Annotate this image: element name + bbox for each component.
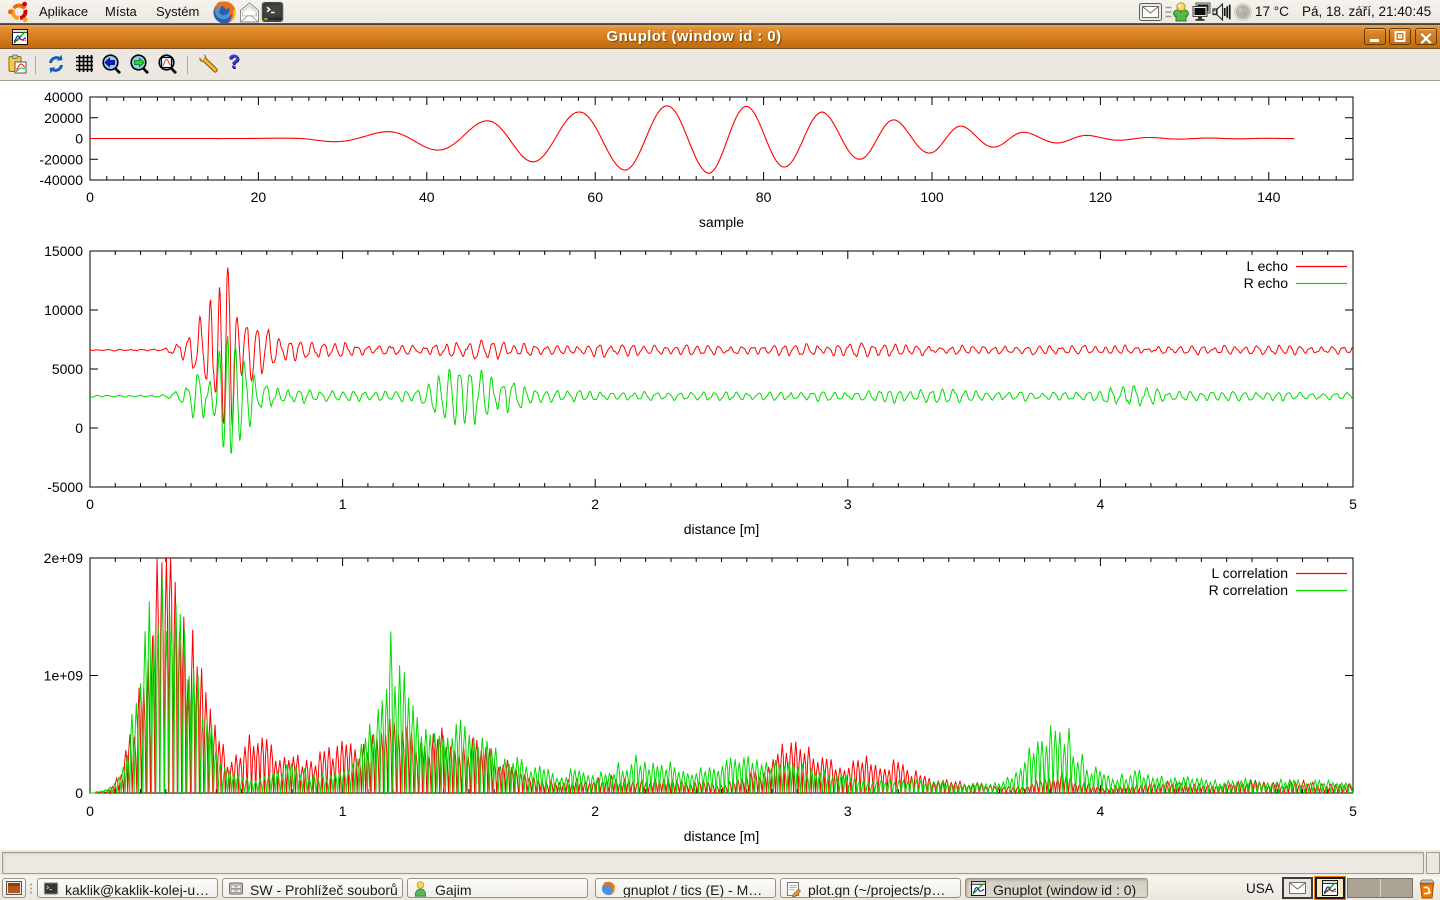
svg-text:5000: 5000	[52, 361, 83, 377]
svg-text:2: 2	[591, 496, 599, 512]
svg-text:1e+09: 1e+09	[44, 668, 84, 684]
svg-text:0: 0	[86, 496, 94, 512]
svg-text:4: 4	[1097, 803, 1105, 819]
svg-text:-5000: -5000	[47, 479, 83, 495]
svg-text:40000: 40000	[44, 89, 83, 105]
svg-text:0: 0	[86, 189, 94, 205]
svg-text:1: 1	[339, 803, 347, 819]
svg-text:-40000: -40000	[39, 172, 83, 188]
svg-text:sample: sample	[699, 214, 744, 230]
svg-text:5: 5	[1349, 496, 1357, 512]
svg-text:140: 140	[1257, 189, 1281, 205]
svg-text:100: 100	[920, 189, 944, 205]
svg-text:80: 80	[756, 189, 772, 205]
svg-text:20: 20	[251, 189, 267, 205]
svg-text:40: 40	[419, 189, 435, 205]
svg-text:2e+09: 2e+09	[44, 550, 84, 566]
svg-text:60: 60	[587, 189, 603, 205]
svg-text:2: 2	[591, 803, 599, 819]
svg-text:1: 1	[339, 496, 347, 512]
svg-text:distance [m]: distance [m]	[684, 521, 759, 537]
svg-text:3: 3	[844, 803, 852, 819]
svg-text:5: 5	[1349, 803, 1357, 819]
svg-text:120: 120	[1089, 189, 1113, 205]
svg-text:-20000: -20000	[39, 151, 83, 167]
svg-text:0: 0	[75, 131, 83, 147]
svg-text:4: 4	[1097, 496, 1105, 512]
svg-text:R echo: R echo	[1244, 275, 1289, 291]
svg-text:R correlation: R correlation	[1209, 582, 1288, 598]
svg-text:3: 3	[844, 496, 852, 512]
svg-text:10000: 10000	[44, 302, 83, 318]
svg-text:0: 0	[75, 420, 83, 436]
svg-text:0: 0	[86, 803, 94, 819]
svg-text:L echo: L echo	[1246, 258, 1288, 274]
svg-text:0: 0	[75, 785, 83, 801]
svg-text:distance [m]: distance [m]	[684, 828, 759, 844]
svg-text:20000: 20000	[44, 110, 83, 126]
svg-text:15000: 15000	[44, 243, 83, 259]
svg-text:L correlation: L correlation	[1211, 565, 1288, 581]
